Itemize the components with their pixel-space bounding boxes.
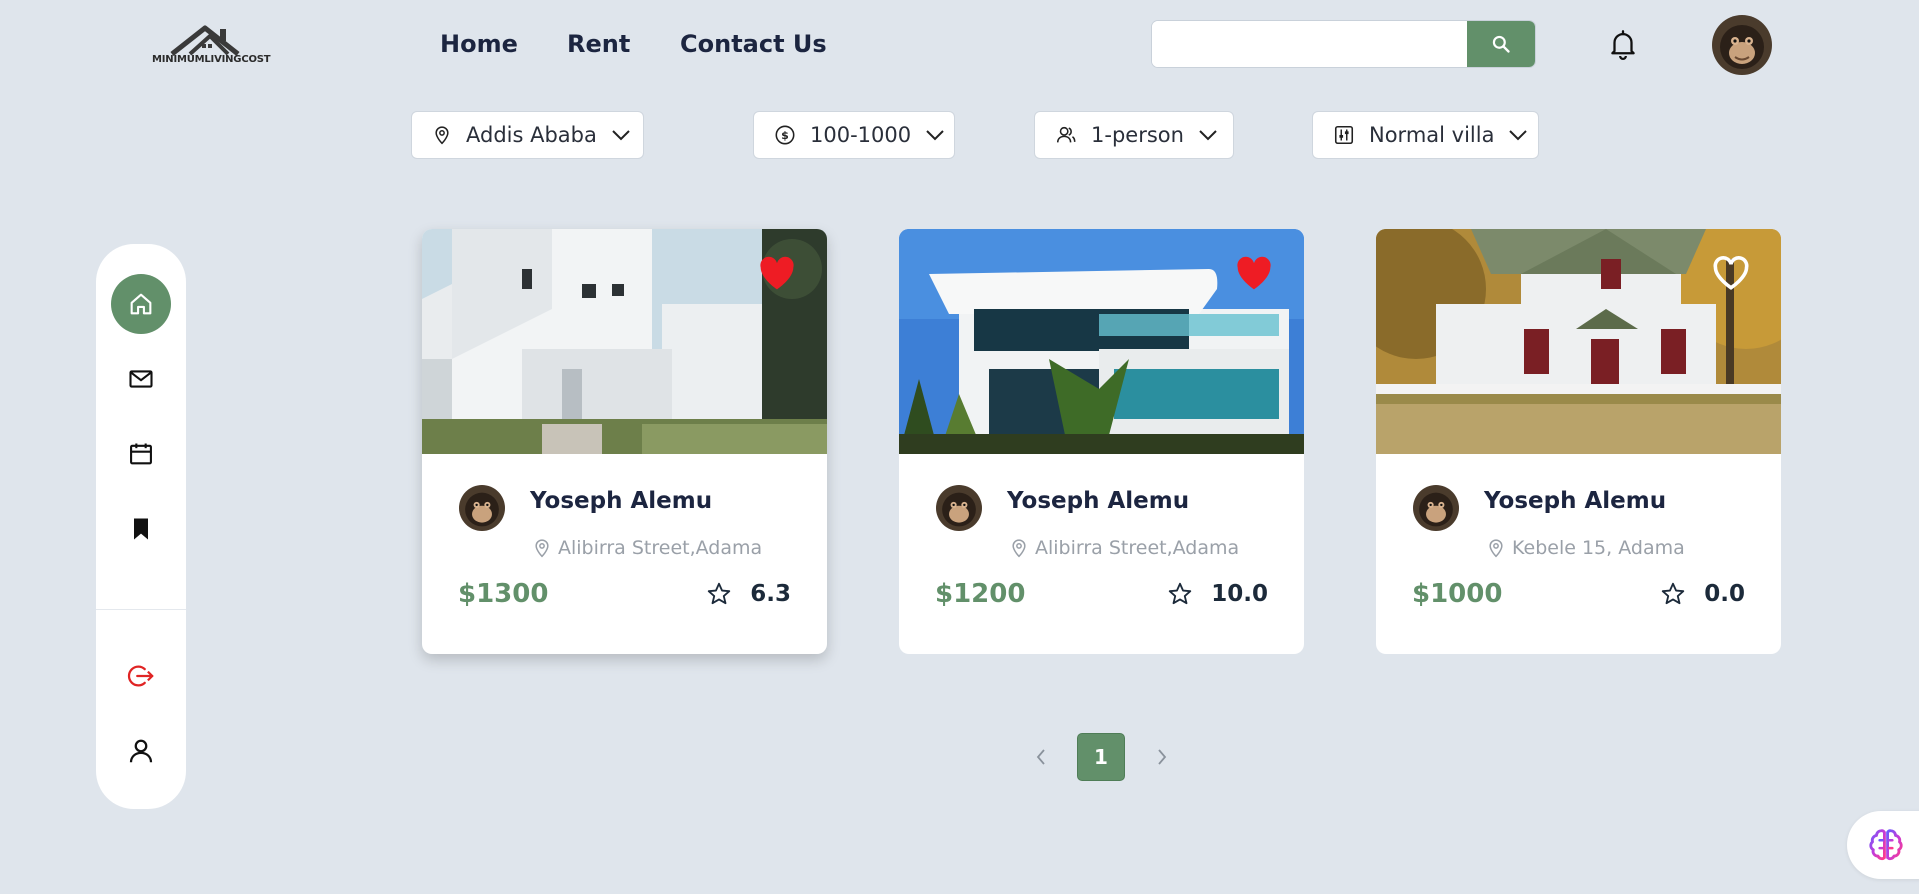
chimp-avatar-icon xyxy=(459,485,505,531)
price-filter-value: 100-1000 xyxy=(810,123,912,147)
sidebar-divider xyxy=(96,609,186,610)
user-avatar[interactable] xyxy=(1712,15,1772,75)
chevron-down-icon xyxy=(612,130,630,141)
sidebar-item-logout[interactable] xyxy=(111,646,171,706)
listing-card[interactable]: Yoseph Alemu Alibirra Street,Adama $1300… xyxy=(422,229,827,654)
logout-icon xyxy=(127,665,154,687)
house-logo-icon xyxy=(170,25,240,56)
svg-text:$: $ xyxy=(781,129,789,142)
listing-rating: 0.0 xyxy=(1660,581,1745,607)
chevron-right-icon xyxy=(1158,749,1167,765)
property-type-filter-value: Normal villa xyxy=(1369,123,1495,147)
owner-name: Yoseph Alemu xyxy=(530,488,713,514)
search-input[interactable] xyxy=(1152,21,1467,67)
calendar-icon xyxy=(130,443,152,465)
owner-avatar xyxy=(936,485,982,531)
people-filter[interactable]: 1-person xyxy=(1034,111,1234,159)
listing-location: Kebele 15, Adama xyxy=(1486,537,1685,559)
owner-avatar xyxy=(459,485,505,531)
listing-rating-value: 10.0 xyxy=(1211,581,1268,607)
sidebar-item-home[interactable] xyxy=(111,274,171,334)
listing-location: Alibirra Street,Adama xyxy=(1009,537,1239,559)
location-filter-value: Addis Ababa xyxy=(466,123,597,147)
listing-rating-value: 6.3 xyxy=(750,581,791,607)
sidebar-item-profile[interactable] xyxy=(111,721,171,781)
location-pin-icon xyxy=(1489,539,1503,558)
listing-rating: 6.3 xyxy=(706,581,791,607)
favorite-heart-outline-icon[interactable] xyxy=(1711,255,1751,291)
logo-text: MINIMUMLIVINGCOST xyxy=(152,54,271,65)
brand-logo[interactable]: MINIMUMLIVINGCOST xyxy=(150,22,275,70)
location-pin-icon xyxy=(1012,539,1026,558)
chimp-avatar-icon xyxy=(1712,15,1772,75)
assistant-widget-button[interactable] xyxy=(1847,811,1919,879)
owner-avatar xyxy=(1413,485,1459,531)
owner-name: Yoseph Alemu xyxy=(1484,488,1667,514)
sidebar-item-saved[interactable] xyxy=(111,499,171,559)
notifications-button[interactable] xyxy=(1606,27,1640,61)
search-icon xyxy=(1492,35,1510,53)
mail-icon xyxy=(129,370,153,388)
chimp-avatar-icon xyxy=(936,485,982,531)
search-button[interactable] xyxy=(1467,21,1535,67)
location-pin-icon xyxy=(435,126,449,145)
sliders-icon xyxy=(1334,125,1354,145)
brain-icon xyxy=(1869,829,1903,861)
nav-home[interactable]: Home xyxy=(440,30,518,58)
bookmark-icon xyxy=(134,518,148,540)
star-icon xyxy=(1662,582,1685,605)
favorite-heart-icon[interactable] xyxy=(757,255,797,291)
owner-name: Yoseph Alemu xyxy=(1007,488,1190,514)
listing-location-text: Alibirra Street,Adama xyxy=(558,537,763,559)
sidebar-item-messages[interactable] xyxy=(111,349,171,409)
listing-price: $1300 xyxy=(458,579,549,609)
listing-rating-value: 0.0 xyxy=(1704,581,1745,607)
chevron-down-icon xyxy=(1509,130,1528,141)
listing-location: Alibirra Street,Adama xyxy=(532,537,762,559)
favorite-heart-icon[interactable] xyxy=(1234,255,1274,291)
search-bar xyxy=(1151,20,1536,68)
property-type-filter[interactable]: Normal villa xyxy=(1312,111,1539,159)
nav-contact-us[interactable]: Contact Us xyxy=(680,30,827,58)
location-pin-icon xyxy=(535,539,549,558)
pagination-page-current[interactable]: 1 xyxy=(1077,733,1125,781)
bell-icon xyxy=(1611,30,1635,60)
chevron-left-icon xyxy=(1036,749,1045,765)
price-filter[interactable]: $ 100-1000 xyxy=(753,111,955,159)
user-icon xyxy=(129,739,153,763)
listing-location-text: Alibirra Street,Adama xyxy=(1035,537,1240,559)
listing-card[interactable]: Yoseph Alemu Alibirra Street,Adama $1200… xyxy=(899,229,1304,654)
listing-price: $1000 xyxy=(1412,579,1503,609)
sidebar xyxy=(96,244,186,809)
pagination-prev[interactable] xyxy=(1029,745,1053,769)
star-icon xyxy=(708,582,731,605)
dollar-circle-icon: $ xyxy=(775,125,795,145)
listing-location-text: Kebele 15, Adama xyxy=(1512,537,1685,559)
pagination-next[interactable] xyxy=(1150,745,1174,769)
star-icon xyxy=(1169,582,1192,605)
listing-rating: 10.0 xyxy=(1167,581,1268,607)
home-icon xyxy=(130,293,152,315)
chevron-down-icon xyxy=(1199,130,1217,141)
people-filter-value: 1-person xyxy=(1091,123,1184,147)
listing-price: $1200 xyxy=(935,579,1026,609)
location-filter[interactable]: Addis Ababa xyxy=(411,111,644,159)
chevron-down-icon xyxy=(926,130,944,141)
listing-card[interactable]: Yoseph Alemu Kebele 15, Adama $1000 0.0 xyxy=(1376,229,1781,654)
chimp-avatar-icon xyxy=(1413,485,1459,531)
users-icon xyxy=(1056,126,1076,143)
sidebar-item-calendar[interactable] xyxy=(111,424,171,484)
nav-rent[interactable]: Rent xyxy=(567,30,630,58)
